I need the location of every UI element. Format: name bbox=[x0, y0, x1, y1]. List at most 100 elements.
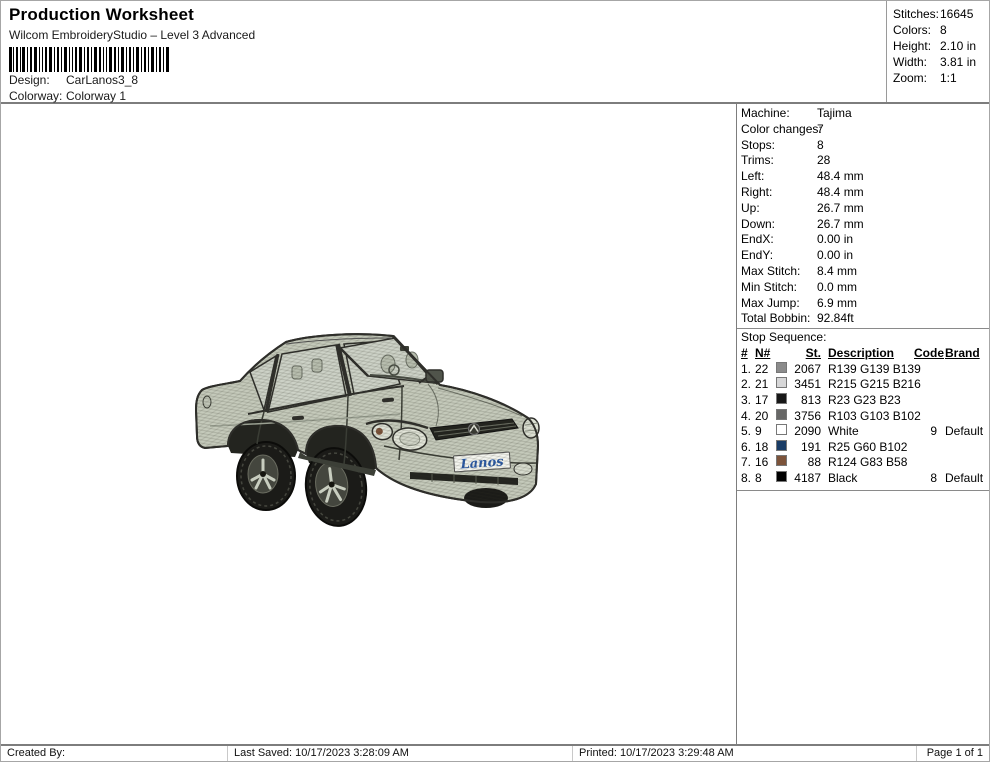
stop-row: 8. 8 4187 Black 8 Default bbox=[741, 470, 984, 485]
details-panel: Machine: Tajima Color changes: 7 Stops: 8 T… bbox=[736, 104, 989, 744]
machine-row: Up: 26.7 mm bbox=[741, 201, 985, 217]
footer-printed: Printed: 10/17/2023 3:29:48 AM bbox=[573, 746, 917, 761]
machine-value: 26.7 mm bbox=[817, 216, 864, 231]
machine-value: 28 bbox=[817, 153, 831, 168]
stop-row: 7. 16 88 R124 G83 B58 bbox=[741, 455, 908, 470]
stop-table-header: # N# St. Description Code Brand bbox=[741, 346, 986, 362]
machine-value: 7 bbox=[817, 121, 824, 136]
stop-sequence-table: # N# St. Description Code Brand 1. 22 2067… bbox=[737, 345, 989, 491]
stat-label: Zoom: bbox=[893, 71, 928, 85]
colorway-label: Colorway: bbox=[9, 89, 63, 103]
machine-value: 26.7 mm bbox=[817, 200, 864, 215]
machine-row: Color changes: 7 bbox=[741, 122, 985, 138]
stop-row: 2. 21 3451 R215 G215 B216 bbox=[741, 377, 921, 392]
machine-label: Total Bobbin: bbox=[741, 311, 811, 326]
col-brand: Brand bbox=[945, 346, 980, 361]
stats-box: Stitches: 16645 Colors: 8 Height: 2.10 in W… bbox=[886, 1, 989, 102]
stat-stitches: Stitches: 16645 bbox=[893, 6, 987, 22]
machine-label: Up: bbox=[741, 200, 760, 215]
machine-value: 0.0 mm bbox=[817, 279, 858, 294]
machine-info: Machine: Tajima Color changes: 7 Stops: 8 T… bbox=[737, 104, 989, 328]
machine-value: 8 bbox=[817, 137, 824, 152]
car-embroidery-image: Lanos bbox=[195, 333, 540, 527]
machine-row: Down: 26.7 mm bbox=[741, 217, 985, 233]
machine-label: EndY: bbox=[741, 248, 774, 263]
machine-row: Total Bobbin: 92.84ft bbox=[741, 311, 985, 327]
stop-row: 6. 18 191 R25 G60 B102 bbox=[741, 439, 908, 454]
machine-row: Min Stitch: 0.0 mm bbox=[741, 280, 985, 296]
header-left: Production Worksheet Wilcom EmbroiderySt… bbox=[1, 1, 886, 104]
col-n: N# bbox=[755, 346, 771, 361]
stop-row: 5. 9 2090 White 9 Default bbox=[741, 424, 984, 439]
machine-label: Max Stitch: bbox=[741, 263, 801, 278]
thread-swatch bbox=[776, 424, 787, 436]
machine-row: Trims: 28 bbox=[741, 153, 985, 169]
design-canvas: Lanos bbox=[1, 104, 736, 744]
machine-label: Color changes: bbox=[741, 121, 822, 136]
machine-label: Trims: bbox=[741, 153, 774, 168]
machine-row: Machine: Tajima bbox=[741, 106, 985, 122]
machine-value: 92.84ft bbox=[817, 311, 854, 326]
main-area: Lanos Machine: Tajima Color changes:7 Sto… bbox=[1, 104, 989, 744]
page-title: Production Worksheet bbox=[9, 5, 195, 24]
footer-last-saved: Last Saved: 10/17/2023 3:28:09 AM bbox=[228, 746, 573, 761]
stat-value: 1:1 bbox=[940, 71, 957, 85]
machine-label: EndX: bbox=[741, 232, 774, 247]
machine-label: Stops: bbox=[741, 137, 776, 152]
design-value: CarLanos3_8 bbox=[66, 73, 139, 87]
stop-row: 4. 20 3756 R103 G103 B102 bbox=[741, 408, 921, 423]
barcode-icon bbox=[9, 47, 169, 72]
stat-label: Height: bbox=[893, 39, 932, 53]
col-num: # bbox=[741, 346, 748, 361]
colorway-value: Colorway 1 bbox=[66, 89, 127, 103]
footer-page-number: Page 1 of 1 bbox=[926, 747, 983, 759]
app-subtitle: Wilcom EmbroideryStudio – Level 3 Advanc… bbox=[9, 28, 256, 42]
machine-row: Max Stitch: 8.4 mm bbox=[741, 264, 985, 280]
stat-value: 3.81 in bbox=[940, 55, 977, 69]
col-desc: Description bbox=[828, 346, 895, 361]
rear-wheel bbox=[236, 441, 296, 511]
stat-value: 16645 bbox=[940, 7, 974, 21]
machine-label: Down: bbox=[741, 216, 776, 231]
machine-row: EndX: 0.00 in bbox=[741, 232, 985, 248]
machine-label: Machine: bbox=[741, 106, 790, 120]
design-row: Design: CarLanos3_8 bbox=[9, 73, 878, 88]
stat-zoom: Zoom: 1:1 bbox=[893, 70, 987, 86]
thread-swatch bbox=[776, 361, 787, 373]
machine-label: Min Stitch: bbox=[741, 279, 798, 294]
production-worksheet-page: Production Worksheet Wilcom EmbroiderySt… bbox=[0, 0, 990, 762]
panel-empty-space bbox=[737, 491, 989, 745]
stat-colors: Colors: 8 bbox=[893, 22, 987, 38]
thread-swatch bbox=[776, 470, 787, 482]
stat-width: Width: 3.81 in bbox=[893, 54, 987, 70]
machine-value: 0.00 in bbox=[817, 232, 854, 247]
machine-label: Max Jump: bbox=[741, 295, 800, 310]
stop-row: 3. 17 813 R23 G23 B23 bbox=[741, 392, 901, 407]
stat-label: Colors: bbox=[893, 23, 932, 37]
stat-value: 2.10 in bbox=[940, 39, 977, 53]
stat-value: 8 bbox=[940, 23, 947, 37]
machine-row: Left: 48.4 mm bbox=[741, 169, 985, 185]
machine-label: Left: bbox=[741, 169, 765, 184]
machine-label: Right: bbox=[741, 184, 773, 199]
thread-swatch bbox=[776, 439, 787, 451]
design-label: Design: bbox=[9, 73, 50, 87]
machine-value: Tajima bbox=[817, 106, 852, 120]
machine-value: 6.9 mm bbox=[817, 295, 858, 310]
thread-swatch bbox=[776, 455, 787, 467]
machine-row: EndY: 0.00 in bbox=[741, 248, 985, 264]
col-code: Code bbox=[914, 346, 944, 361]
thread-swatch bbox=[776, 392, 787, 404]
colorway-row: Colorway: Colorway 1 bbox=[9, 89, 878, 104]
footer-created-by: Created By: bbox=[1, 746, 228, 761]
machine-value: 0.00 in bbox=[817, 248, 854, 263]
machine-value: 8.4 mm bbox=[817, 263, 858, 278]
stat-height: Height: 2.10 in bbox=[893, 38, 987, 54]
machine-value: 48.4 mm bbox=[817, 184, 864, 199]
machine-row: Right: 48.4 mm bbox=[741, 185, 985, 201]
machine-row: Stops: 8 bbox=[741, 138, 985, 154]
stop-row: 1. 22 2067 R139 G139 B139 bbox=[741, 361, 921, 376]
col-st: St. bbox=[805, 346, 821, 361]
stop-sequence-title: Stop Sequence: bbox=[737, 328, 989, 345]
thread-swatch bbox=[776, 377, 787, 389]
